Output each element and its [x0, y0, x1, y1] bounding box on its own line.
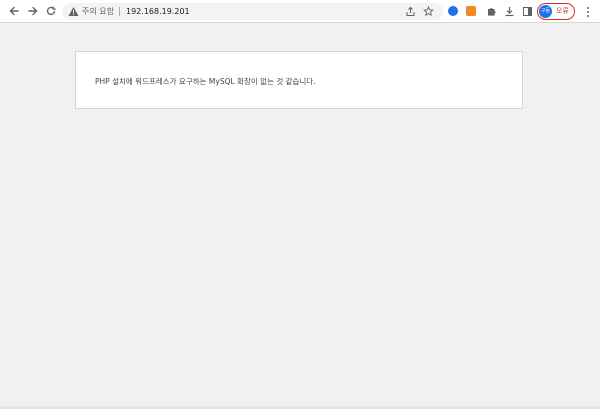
forward-icon[interactable] [25, 3, 41, 19]
extension-blue-icon[interactable] [448, 6, 458, 16]
error-message-text: PHP 설치에 워드프레스가 요구하는 MySQL 확장이 없는 것 같습니다. [95, 77, 316, 86]
profile-error-label: 오류 [556, 7, 569, 15]
bookmark-star-icon[interactable] [423, 6, 434, 17]
address-separator [119, 7, 120, 16]
side-panel-icon[interactable] [519, 3, 535, 19]
error-message-box: PHP 설치에 워드프레스가 요구하는 MySQL 확장이 없는 것 같습니다. [75, 51, 523, 109]
address-bar[interactable]: 주의 요함 192.168.19.201 [62, 3, 443, 20]
security-warning-label[interactable]: 주의 요함 [82, 5, 114, 18]
reload-icon[interactable] [43, 3, 59, 19]
profile-button[interactable]: 구동 오류 [537, 3, 575, 20]
profile-avatar: 구동 [539, 5, 552, 18]
download-icon[interactable] [501, 3, 517, 19]
browser-menu-icon[interactable] [583, 4, 593, 19]
share-icon[interactable] [405, 6, 416, 17]
extensions-puzzle-icon[interactable] [483, 3, 499, 19]
browser-toolbar: 주의 요함 192.168.19.201 구동 오류 [0, 0, 600, 23]
back-icon[interactable] [6, 3, 22, 19]
warning-icon[interactable] [68, 6, 79, 17]
extension-orange-icon[interactable] [466, 6, 476, 16]
url-text[interactable]: 192.168.19.201 [126, 5, 190, 18]
